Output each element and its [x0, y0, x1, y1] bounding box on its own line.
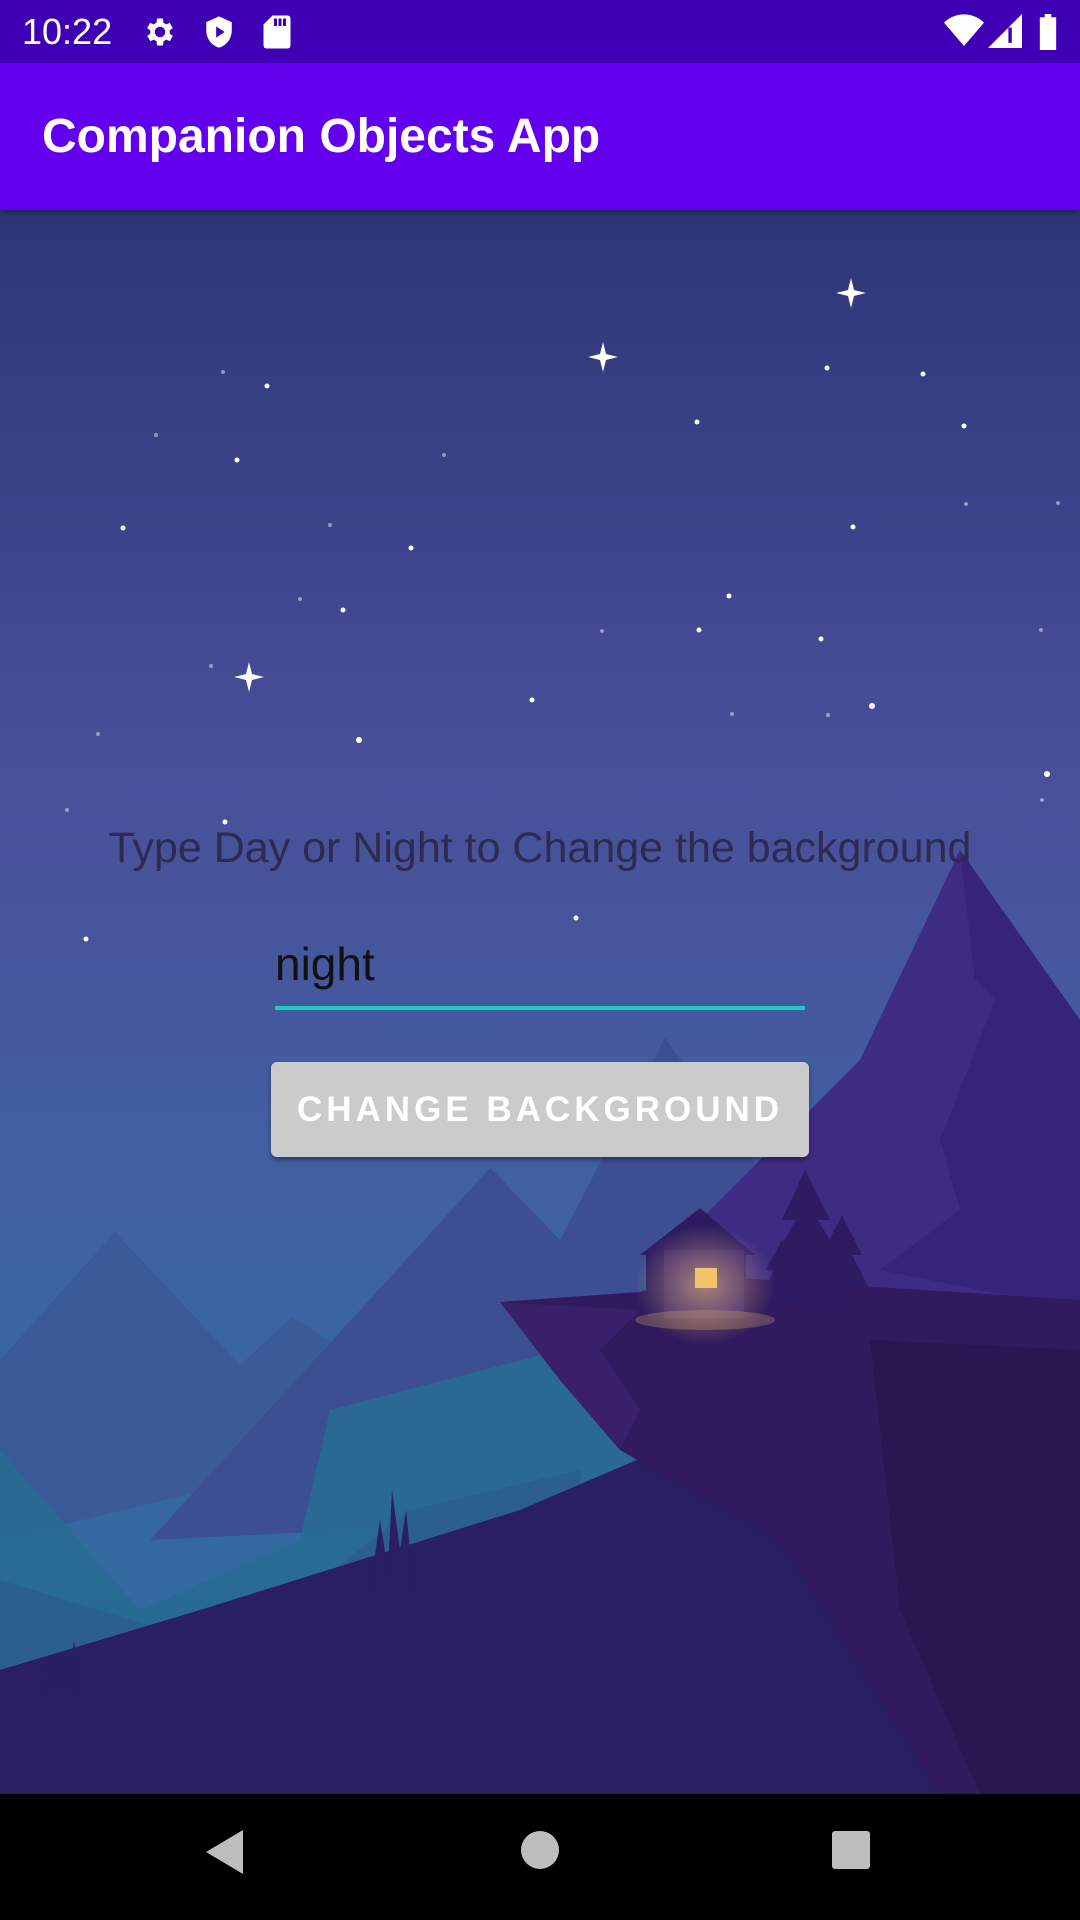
- sd-card-icon: [262, 14, 292, 54]
- app-title: Companion Objects App: [42, 110, 601, 163]
- wifi-icon: [944, 14, 984, 52]
- status-bar: 10:22: [0, 0, 1080, 63]
- settings-gear-icon: [142, 14, 178, 54]
- day-night-input[interactable]: [275, 928, 805, 1010]
- home-icon[interactable]: [520, 1830, 560, 1874]
- app-bar: Companion Objects App: [0, 63, 1080, 210]
- shield-icon: [202, 14, 236, 54]
- recents-icon[interactable]: [831, 1830, 871, 1874]
- back-icon[interactable]: [203, 1827, 247, 1881]
- navigation-bar: [0, 1794, 1080, 1920]
- instruction-label: Type Day or Night to Change the backgrou…: [108, 824, 972, 872]
- battery-icon: [1038, 14, 1058, 54]
- signal-icon: [988, 14, 1022, 52]
- change-background-button[interactable]: CHANGE BACKGROUND: [271, 1062, 809, 1157]
- status-time: 10:22: [22, 11, 113, 52]
